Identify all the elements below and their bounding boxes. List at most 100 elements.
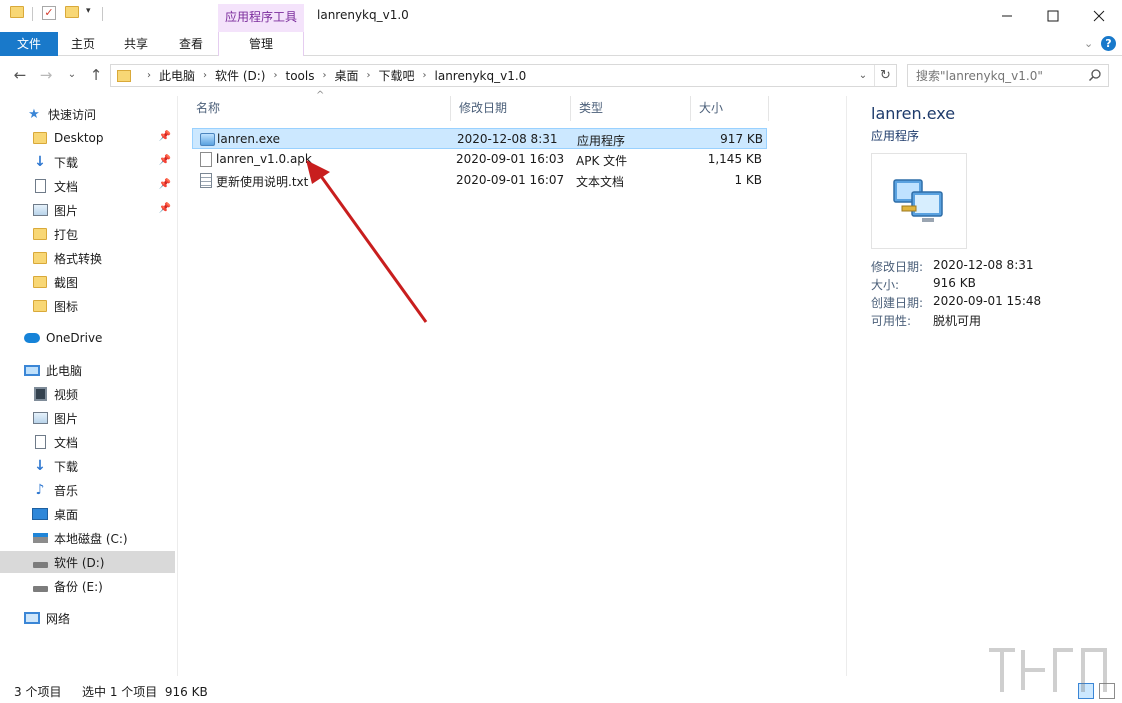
customize-toolbar-icon[interactable]: ▾: [86, 6, 91, 16]
file-row[interactable]: 更新使用说明.txt 2020-09-01 16:07 文本文档 1 KB: [192, 170, 767, 191]
context-tab-header: 应用程序工具: [218, 4, 304, 32]
network-computers-icon: [893, 179, 943, 222]
nav-item-drive-d[interactable]: 软件 (D:): [0, 551, 175, 573]
breadcrumb-item[interactable]: lanrenykq_v1.0: [435, 69, 527, 83]
nav-onedrive[interactable]: OneDrive: [0, 327, 175, 349]
nav-item-pc-desktop[interactable]: 桌面: [0, 503, 175, 525]
details-prop-label: 修改日期:: [871, 260, 924, 274]
nav-item-desktop[interactable]: Desktop 📌: [0, 127, 175, 149]
quick-access-folder-icon[interactable]: [10, 6, 24, 18]
nav-item-drive-c[interactable]: 本地磁盘 (C:): [0, 527, 175, 549]
file-row[interactable]: lanren_v1.0.apk 2020-09-01 16:03 APK 文件 …: [192, 149, 767, 170]
nav-item-pc-downloads[interactable]: ↓ 下载: [0, 455, 175, 477]
details-prop-label: 可用性:: [871, 314, 912, 328]
details-file-name: lanren.exe: [871, 104, 956, 123]
forward-arrow-icon[interactable]: →: [36, 64, 56, 86]
pin-icon[interactable]: 📌: [159, 203, 171, 214]
file-date: 2020-12-08 8:31: [457, 132, 558, 146]
minimize-icon-glyph: [1002, 15, 1012, 17]
download-icon: ↓: [34, 154, 46, 170]
ribbon-tabs: 文件 主页 共享 查看 管理 ⌄ ?: [0, 32, 1122, 56]
pin-icon[interactable]: 📌: [159, 155, 171, 166]
nav-label: 网络: [46, 611, 71, 626]
nav-item-pictures[interactable]: 图片 📌: [0, 199, 175, 221]
recent-locations-chevron-icon[interactable]: ⌄: [62, 64, 82, 86]
pin-icon[interactable]: 📌: [159, 131, 171, 142]
search-input[interactable]: [916, 68, 1086, 84]
details-prop-value: 2020-09-01 15:48: [933, 294, 1042, 308]
pin-icon[interactable]: 📌: [159, 179, 171, 190]
nav-label: 视频: [54, 387, 79, 402]
chevron-right-icon[interactable]: ›: [273, 70, 277, 81]
breadcrumb-item[interactable]: 桌面: [334, 67, 358, 84]
tab-manage[interactable]: 管理: [218, 32, 304, 56]
nav-item-format-convert[interactable]: 格式转换: [0, 247, 175, 269]
nav-label: 下载: [54, 155, 79, 170]
chevron-right-icon[interactable]: ›: [322, 70, 326, 81]
back-arrow-icon[interactable]: ←: [10, 64, 30, 86]
navigation-bar: ← → ⌄ ↑ › 此电脑 › 软件 (D:) › tools › 桌面 › 下…: [0, 60, 1122, 90]
nav-item-drive-e[interactable]: 备份 (E:): [0, 575, 175, 597]
nav-item-icons[interactable]: 图标: [0, 295, 175, 317]
breadcrumb-item[interactable]: 下载吧: [378, 67, 414, 84]
address-bar[interactable]: › 此电脑 › 软件 (D:) › tools › 桌面 › 下载吧 › lan…: [110, 64, 897, 87]
breadcrumb-item[interactable]: 此电脑: [159, 67, 195, 84]
nav-item-videos[interactable]: 视频: [0, 383, 175, 405]
help-icon[interactable]: ?: [1101, 36, 1116, 51]
breadcrumb-item[interactable]: 软件 (D:): [215, 67, 265, 84]
nav-label: 下载: [54, 459, 79, 474]
nav-label: 打包: [54, 227, 79, 242]
tab-home[interactable]: 主页: [58, 32, 108, 56]
maximize-icon[interactable]: [1030, 0, 1076, 32]
chevron-down-icon[interactable]: ⌄: [1084, 37, 1093, 50]
nav-label: 此电脑: [46, 363, 83, 378]
breadcrumb: › 此电脑 › 软件 (D:) › tools › 桌面 › 下载吧 › lan…: [139, 67, 526, 84]
tab-share[interactable]: 共享: [108, 32, 164, 56]
text-file-icon: [198, 172, 214, 188]
nav-label: 图标: [54, 299, 79, 314]
nav-this-pc[interactable]: 此电脑: [0, 359, 175, 381]
nav-item-screenshots[interactable]: 截图: [0, 271, 175, 293]
search-icon[interactable]: [1088, 68, 1102, 82]
nav-label: 快速访问: [48, 107, 97, 122]
nav-label: 图片: [54, 411, 79, 426]
folder-icon: [32, 227, 48, 241]
column-header-size[interactable]: 大小: [691, 96, 769, 121]
column-header-type[interactable]: 类型: [571, 96, 691, 121]
up-arrow-icon[interactable]: ↑: [86, 64, 106, 86]
address-dropdown-icon[interactable]: ⌄: [854, 65, 872, 86]
nav-network[interactable]: 网络: [0, 607, 175, 629]
column-header-date[interactable]: 修改日期: [451, 96, 571, 121]
nav-item-pc-documents[interactable]: 文档: [0, 431, 175, 453]
divider: [32, 7, 33, 21]
refresh-icon[interactable]: ↻: [874, 65, 896, 86]
nav-item-pack[interactable]: 打包: [0, 223, 175, 245]
chevron-right-icon[interactable]: ›: [147, 70, 151, 81]
breadcrumb-item[interactable]: tools: [285, 69, 314, 83]
file-type: 文本文档: [576, 175, 625, 189]
file-row[interactable]: lanren.exe 2020-12-08 8:31 应用程序 917 KB: [192, 128, 767, 149]
nav-label: 截图: [54, 275, 79, 290]
nav-item-documents[interactable]: 文档 📌: [0, 175, 175, 197]
nav-label: 图片: [54, 203, 79, 218]
music-icon: ♪: [35, 482, 45, 498]
chevron-right-icon[interactable]: ›: [366, 70, 370, 81]
watermark-logo: [989, 648, 1107, 692]
search-box[interactable]: [907, 64, 1109, 87]
properties-icon[interactable]: ✓: [42, 6, 56, 20]
item-count: 3 个项目: [14, 685, 62, 699]
column-header-name[interactable]: 名称: [188, 96, 451, 121]
chevron-right-icon[interactable]: ›: [423, 70, 427, 81]
nav-item-downloads[interactable]: ↓ 下载 📌: [0, 151, 175, 173]
selection-info: 选中 1 个项目 916 KB: [82, 685, 208, 699]
folder-icon: [117, 69, 131, 82]
close-icon[interactable]: [1076, 0, 1122, 32]
minimize-icon[interactable]: [984, 0, 1030, 32]
tab-view[interactable]: 查看: [164, 32, 218, 56]
chevron-right-icon[interactable]: ›: [203, 70, 207, 81]
nav-item-pc-pictures[interactable]: 图片: [0, 407, 175, 429]
new-folder-icon[interactable]: [65, 6, 79, 18]
nav-item-music[interactable]: ♪ 音乐: [0, 479, 175, 501]
nav-quick-access[interactable]: ★ 快速访问: [0, 103, 175, 125]
tab-file[interactable]: 文件: [0, 32, 58, 56]
